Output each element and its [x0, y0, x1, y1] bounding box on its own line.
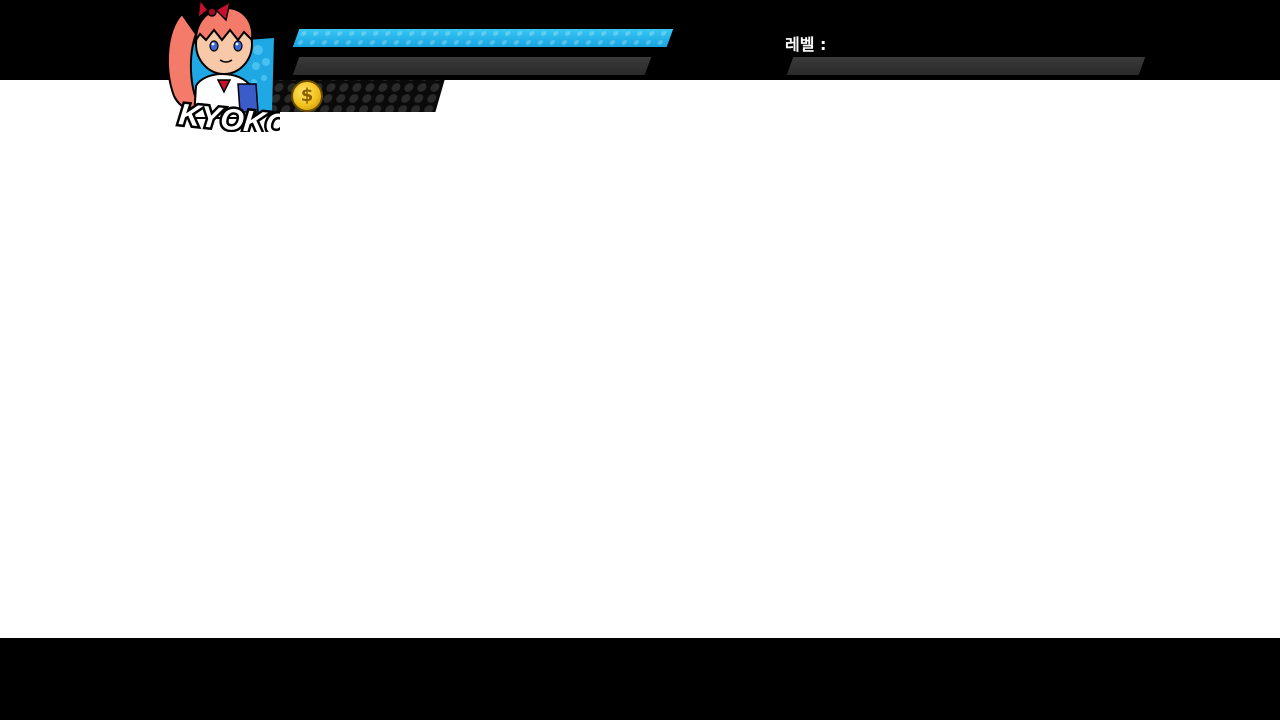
bottom-hud-band [0, 638, 1280, 720]
play-area [0, 80, 1280, 638]
kyoko-portrait-icon: KYOKO [166, 0, 280, 132]
special-bar [292, 57, 652, 75]
dollar-coin-icon: $ [291, 80, 323, 112]
money-plate-pattern [257, 80, 445, 112]
game-screen: $ 레벨 : KYOKO [0, 0, 1280, 720]
health-bar [292, 29, 674, 47]
money-plate [257, 80, 445, 112]
health-bar-pattern [292, 29, 674, 47]
level-xp-bar [786, 57, 1146, 75]
coin-symbol: $ [300, 85, 314, 106]
level-label: 레벨 : [785, 35, 827, 54]
